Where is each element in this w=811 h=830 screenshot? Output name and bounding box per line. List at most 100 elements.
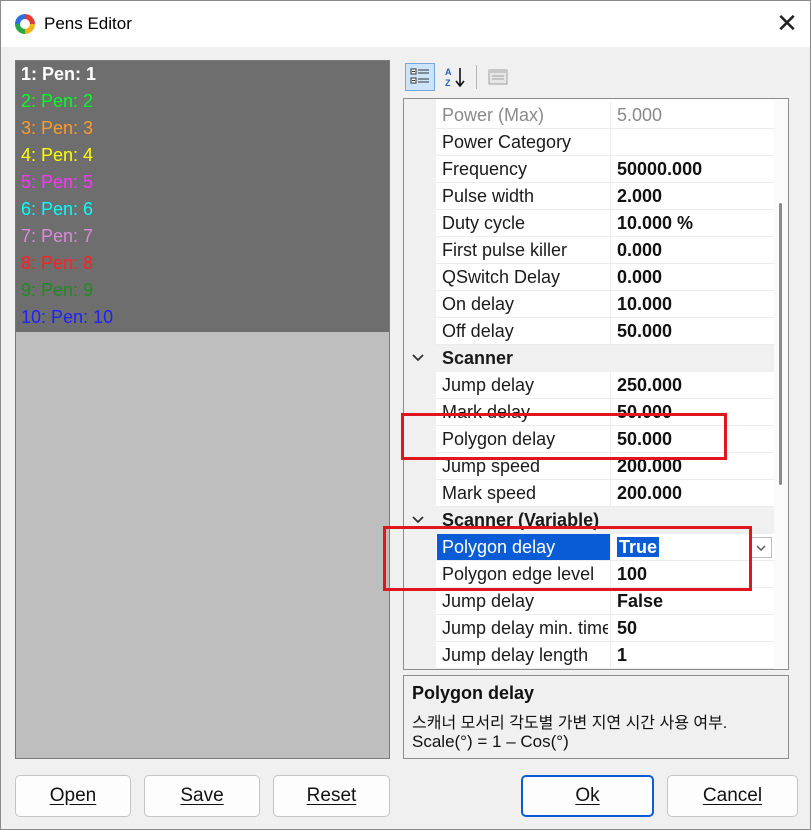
property-name: Mark delay	[442, 402, 531, 422]
property-row[interactable]: On delay 10.000	[404, 291, 774, 318]
alphabetical-sort-icon: A Z	[445, 67, 465, 88]
column-divider	[610, 102, 611, 129]
cancel-button[interactable]: Cancel	[667, 775, 798, 817]
reset-button[interactable]: Reset	[273, 775, 390, 817]
property-name: Jump delay	[442, 375, 535, 395]
svg-text:A: A	[445, 67, 452, 77]
property-value[interactable]: 50.000	[617, 426, 773, 453]
property-name: Jump speed	[442, 456, 541, 476]
pen-list-item[interactable]: 2: Pen: 2	[21, 88, 93, 115]
row-divider	[436, 668, 774, 669]
property-value[interactable]: 50.000	[617, 318, 773, 345]
property-row[interactable]: Jump delay False	[404, 588, 774, 615]
property-pages-icon	[488, 69, 508, 85]
property-name: QSwitch Delay	[442, 267, 561, 287]
pen-list[interactable]: 1: Pen: 1 2: Pen: 2 3: Pen: 3 4: Pen: 4 5: P…	[15, 60, 390, 759]
property-row[interactable]: Polygon delay 50.000	[404, 426, 774, 453]
property-value-text: True	[617, 537, 660, 557]
property-grid[interactable]: Power (Max) 5.000 Power Category Frequency 5…	[403, 98, 789, 670]
property-value[interactable]: 0.000	[617, 237, 773, 264]
ok-button[interactable]: Ok	[521, 775, 654, 817]
property-row[interactable]: Jump delay min. time 50	[404, 615, 774, 642]
property-row[interactable]: Polygon delay True	[404, 534, 774, 561]
property-name: Jump delay	[442, 591, 535, 611]
property-name: First pulse killer	[442, 240, 568, 260]
chevron-down-icon[interactable]	[410, 512, 426, 528]
property-row[interactable]: Duty cycle 10.000 %	[404, 210, 774, 237]
property-value[interactable]: 250.000	[617, 372, 773, 399]
open-button[interactable]: Open	[15, 775, 131, 817]
property-value[interactable]: 2.000	[617, 183, 773, 210]
property-category[interactable]: Scanner	[404, 345, 774, 372]
property-grid-scrollbar[interactable]	[774, 99, 788, 669]
pen-list-item[interactable]: 1: Pen: 1	[21, 61, 96, 88]
column-divider	[610, 399, 611, 426]
property-row[interactable]: Power Category	[404, 129, 774, 156]
property-name: Off delay	[442, 321, 514, 341]
app-logo-icon	[15, 14, 35, 34]
description-text: 스캐너 모서리 각도별 가변 지연 시간 사용 여부.	[412, 715, 728, 732]
property-value[interactable]: 200.000	[617, 453, 773, 480]
pen-list-item[interactable]: 8: Pen: 8	[21, 250, 93, 277]
column-divider	[610, 210, 611, 237]
column-divider	[610, 561, 611, 588]
property-row[interactable]: Polygon edge level 100	[404, 561, 774, 588]
property-row[interactable]: Power (Max) 5.000	[404, 102, 774, 129]
property-name: Pulse width	[442, 186, 535, 206]
property-value[interactable]: False	[617, 588, 773, 615]
value-dropdown-button[interactable]	[750, 537, 772, 558]
property-value[interactable]: 50000.000	[617, 156, 773, 183]
column-divider	[610, 156, 611, 183]
property-row[interactable]: QSwitch Delay 0.000	[404, 264, 774, 291]
chevron-down-icon[interactable]	[410, 350, 426, 366]
column-divider	[610, 183, 611, 210]
property-name: Power Category	[442, 132, 572, 152]
property-name: Polygon edge level	[442, 564, 595, 584]
column-divider	[610, 291, 611, 318]
property-row[interactable]: Jump delay length 1	[404, 642, 774, 669]
property-row[interactable]: Mark delay 50.000	[404, 399, 774, 426]
property-value[interactable]: 10.000 %	[617, 210, 773, 237]
property-name: Duty cycle	[442, 213, 526, 233]
property-row[interactable]: Mark speed 200.000	[404, 480, 774, 507]
property-value[interactable]: 200.000	[617, 480, 773, 507]
toolbar-separator	[476, 65, 477, 89]
property-row[interactable]: First pulse killer 0.000	[404, 237, 774, 264]
property-row[interactable]: Jump delay 250.000	[404, 372, 774, 399]
property-row[interactable]: Off delay 50.000	[404, 318, 774, 345]
property-value[interactable]: 100	[617, 561, 773, 588]
property-name: Jump delay min. time	[442, 618, 608, 638]
property-row[interactable]: Pulse width 2.000	[404, 183, 774, 210]
column-divider	[610, 534, 611, 561]
property-value[interactable]: 50	[617, 615, 773, 642]
property-row[interactable]: Jump speed 200.000	[404, 453, 774, 480]
title-bar[interactable]: Pens Editor ✕	[1, 1, 810, 47]
property-value[interactable]: 5.000	[617, 102, 773, 129]
pen-list-item[interactable]: 6: Pen: 6	[21, 196, 93, 223]
property-value[interactable]: 50.000	[617, 399, 773, 426]
scrollbar-thumb[interactable]	[779, 203, 782, 485]
property-value[interactable]: 0.000	[617, 264, 773, 291]
property-category[interactable]: Scanner (Variable)	[404, 507, 774, 534]
categorized-view-icon	[410, 68, 429, 84]
description-panel: Polygon delay 스캐너 모서리 각도별 가변 지연 시간 사용 여부…	[403, 675, 789, 759]
close-icon[interactable]: ✕	[774, 10, 800, 37]
property-value[interactable]	[617, 129, 773, 156]
category-label: Scanner	[442, 348, 514, 368]
property-pages-button	[483, 63, 513, 91]
pen-list-item[interactable]: 5: Pen: 5	[21, 169, 93, 196]
save-button[interactable]: Save	[144, 775, 260, 817]
pen-list-item[interactable]: 3: Pen: 3	[21, 115, 93, 142]
pen-list-item[interactable]: 4: Pen: 4	[21, 142, 93, 169]
categorized-view-button[interactable]	[405, 63, 435, 91]
property-name: Polygon delay	[442, 429, 556, 449]
property-row[interactable]: Frequency 50000.000	[404, 156, 774, 183]
alphabetical-sort-button[interactable]: A Z	[441, 63, 471, 91]
property-value[interactable]: 10.000	[617, 291, 773, 318]
property-name: Frequency	[442, 159, 528, 179]
pen-list-item[interactable]: 10: Pen: 10	[21, 304, 113, 331]
pen-list-item[interactable]: 7: Pen: 7	[21, 223, 93, 250]
column-divider	[610, 588, 611, 615]
property-value[interactable]: 1	[617, 642, 773, 669]
pen-list-item[interactable]: 9: Pen: 9	[21, 277, 93, 304]
